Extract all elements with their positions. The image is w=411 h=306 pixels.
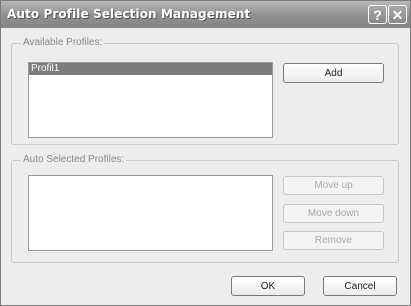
close-icon: ✕ (391, 6, 404, 23)
close-button[interactable]: ✕ (388, 5, 407, 24)
profile-selection-dialog: Auto Profile Selection Management ? ✕ Av… (0, 0, 411, 306)
list-item[interactable]: Profil1 (29, 63, 272, 75)
add-button[interactable]: Add (283, 63, 384, 83)
cancel-button[interactable]: Cancel (323, 276, 397, 296)
auto-selected-profiles-label: Auto Selected Profiles: (21, 154, 127, 166)
auto-selected-profiles-list[interactable] (28, 175, 273, 251)
title-bar[interactable]: Auto Profile Selection Management ? ✕ (1, 1, 410, 28)
available-profiles-list[interactable]: Profil1 (28, 62, 273, 138)
available-profiles-label: Available Profiles: (21, 37, 105, 49)
move-down-button[interactable]: Move down (283, 204, 384, 223)
window-title: Auto Profile Selection Management (7, 7, 251, 21)
ok-button[interactable]: OK (231, 276, 305, 296)
move-up-button[interactable]: Move up (283, 176, 384, 195)
help-button[interactable]: ? (368, 5, 387, 24)
remove-button[interactable]: Remove (283, 231, 384, 250)
help-icon: ? (373, 6, 382, 23)
